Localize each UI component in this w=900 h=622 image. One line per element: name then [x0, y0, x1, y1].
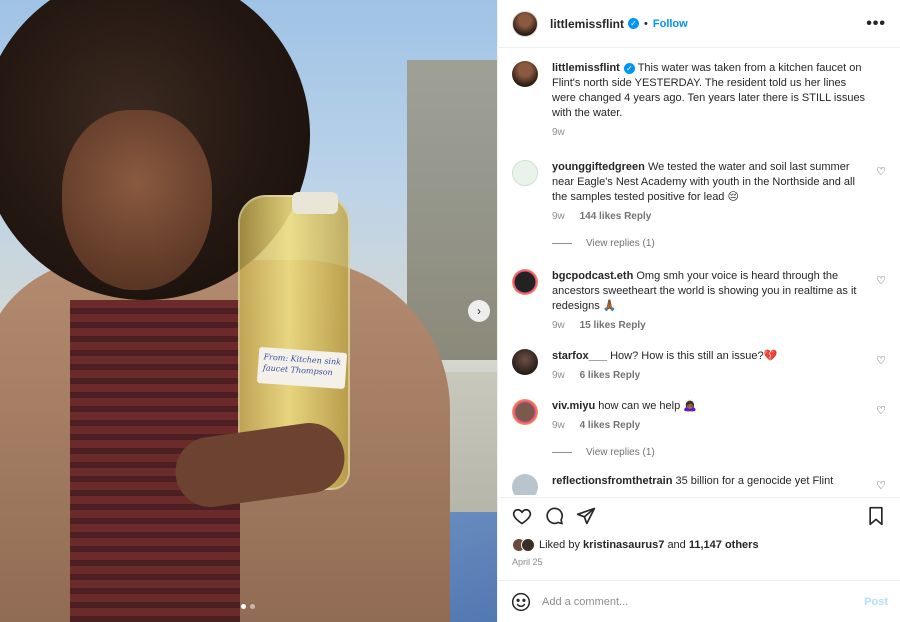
comment-age: 9w: [552, 420, 565, 431]
comment-age: 9w: [552, 370, 565, 381]
bookmark-icon[interactable]: [864, 504, 888, 528]
comment-username[interactable]: starfox___: [552, 350, 607, 362]
comment-likes[interactable]: 144 likes: [580, 211, 622, 222]
comment-age: 9w: [552, 320, 565, 331]
verified-icon: ✓: [628, 18, 640, 29]
person-face: [62, 110, 212, 290]
add-comment-bar: Post: [498, 580, 900, 622]
comment-likes[interactable]: 6 likes: [580, 370, 611, 381]
add-comment-input[interactable]: [542, 595, 865, 608]
caption-username[interactable]: littlemissflint: [552, 62, 620, 74]
commenter-avatar[interactable]: [512, 349, 538, 375]
view-replies-line: [552, 243, 572, 244]
post-side-panel: littlemissflint ✓ • Follow ••• littlemis…: [497, 0, 900, 622]
comment-text: How? How is this still an issue?💔: [610, 350, 778, 362]
comment-username[interactable]: reflectionsfromthetrain: [552, 475, 672, 487]
view-replies-button[interactable]: View replies (1): [552, 447, 886, 458]
likes-count[interactable]: 11,147 others: [689, 539, 759, 551]
post-caption: littlemissflint ✓ This water was taken fr…: [512, 61, 886, 138]
author-username[interactable]: littlemissflint: [550, 17, 624, 31]
author-avatar[interactable]: [512, 10, 538, 37]
more-icon[interactable]: •••: [866, 15, 886, 33]
view-replies-line: [552, 452, 572, 453]
heart-icon[interactable]: ♡: [876, 165, 886, 178]
liker-avatar: [521, 538, 535, 552]
likes-and: and: [667, 539, 686, 551]
verified-icon: ✓: [623, 63, 635, 74]
liker-avatars: [512, 538, 535, 552]
comment-item: bgcpodcast.eth Omg smh your voice is hea…: [512, 269, 886, 331]
post-comment-button[interactable]: Post: [864, 596, 888, 608]
commenter-avatar[interactable]: [512, 474, 538, 495]
heart-icon[interactable]: ♡: [876, 354, 886, 367]
likes-summary: Liked by kristinasaurus7 and 11,147 othe…: [512, 538, 759, 552]
caption-age: 9w: [552, 127, 565, 138]
reply-button[interactable]: Reply: [613, 420, 640, 431]
comment-item: younggiftedgreen We tested the water and…: [512, 160, 886, 222]
comment-item: viv.miyu how can we help 🙇🏾‍♀️ 9w 4 like…: [512, 399, 886, 431]
post-header: littlemissflint ✓ • Follow •••: [498, 0, 900, 48]
bottle-cap: [292, 192, 338, 214]
carousel-dot: [250, 604, 255, 609]
heart-icon[interactable]: ♡: [876, 479, 886, 492]
share-icon[interactable]: [574, 504, 598, 528]
post-photo[interactable]: From: Kitchen sink faucet Thompson ›: [0, 0, 497, 622]
commenter-avatar[interactable]: [512, 399, 538, 425]
heart-icon[interactable]: ♡: [876, 274, 886, 287]
comment-text: 35 billion for a genocide yet Flint: [675, 475, 834, 487]
follow-button[interactable]: Follow: [653, 18, 688, 30]
emoji-icon[interactable]: [510, 591, 532, 613]
comment-icon[interactable]: [542, 504, 566, 528]
comment-username[interactable]: younggiftedgreen: [552, 161, 645, 173]
comment-username[interactable]: viv.miyu: [552, 400, 595, 412]
carousel-dot-active: [241, 604, 246, 609]
caption-avatar[interactable]: [512, 61, 538, 87]
post-date[interactable]: April 25: [512, 557, 543, 567]
comment-text: how can we help 🙇🏾‍♀️: [598, 400, 697, 412]
reply-button[interactable]: Reply: [613, 370, 640, 381]
carousel-dots: [241, 604, 255, 609]
comment-likes[interactable]: 15 likes: [580, 320, 616, 331]
commenter-avatar[interactable]: [512, 269, 538, 295]
commenter-avatar[interactable]: [512, 160, 538, 186]
comment-username[interactable]: bgcpodcast.eth: [552, 270, 633, 282]
comment-item: starfox___ How? How is this still an iss…: [512, 349, 886, 381]
bottle-label: From: Kitchen sink faucet Thompson: [256, 346, 348, 390]
next-photo-button[interactable]: ›: [468, 300, 490, 322]
likes-prefix: Liked by: [539, 539, 580, 551]
liked-by-user[interactable]: kristinasaurus7: [583, 539, 664, 551]
comment-item: reflectionsfromthetrain 35 billion for a…: [512, 474, 886, 495]
comments-list[interactable]: littlemissflint ✓ This water was taken fr…: [498, 49, 900, 495]
comment-age: 9w: [552, 211, 565, 222]
reply-button[interactable]: Reply: [619, 320, 646, 331]
reply-button[interactable]: Reply: [624, 211, 651, 222]
chevron-right-icon: ›: [477, 304, 481, 318]
post-actions: [498, 497, 900, 533]
heart-icon[interactable]: [510, 504, 534, 528]
heart-icon[interactable]: ♡: [876, 404, 886, 417]
header-separator: •: [644, 17, 648, 30]
comment-likes[interactable]: 4 likes: [580, 420, 611, 431]
view-replies-button[interactable]: View replies (1): [552, 238, 886, 249]
